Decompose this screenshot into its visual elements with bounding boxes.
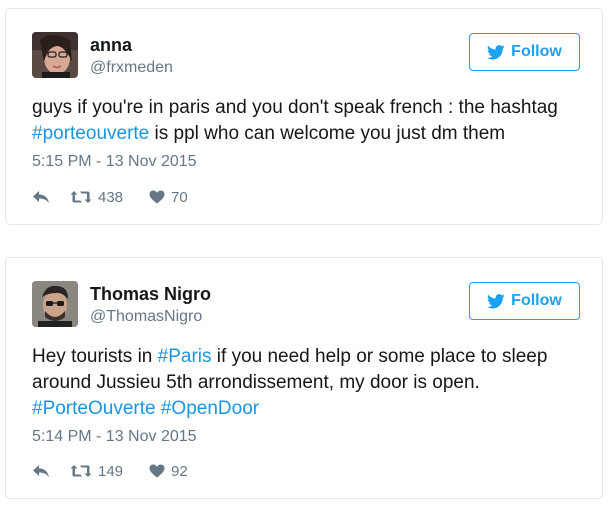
twitter-bird-icon	[487, 293, 505, 308]
like-count: 92	[171, 462, 188, 480]
retweet-icon	[70, 465, 92, 477]
hashtag-link[interactable]: #porteouverte	[32, 123, 149, 144]
hashtag-link[interactable]: #Paris	[158, 346, 212, 367]
follow-button[interactable]: Follow	[469, 33, 580, 71]
heart-icon	[149, 190, 165, 204]
username-handle[interactable]: @frxmeden	[90, 59, 173, 77]
tweet-card: anna @frxmeden Follow guys if you're in …	[5, 8, 603, 225]
retweet-count: 438	[98, 188, 124, 206]
retweet-button[interactable]: 149	[70, 463, 123, 480]
username-handle[interactable]: @ThomasNigro	[90, 308, 202, 326]
reply-button[interactable]	[32, 464, 50, 478]
avatar[interactable]	[32, 32, 78, 78]
tweet-text: Hey tourists in #Paris if you need help …	[32, 344, 592, 422]
retweet-count: 149	[98, 462, 124, 480]
twitter-bird-icon	[487, 44, 505, 59]
reply-icon	[33, 191, 49, 203]
like-button[interactable]: 70	[149, 189, 188, 206]
retweet-button[interactable]: 438	[70, 189, 123, 206]
follow-label: Follow	[511, 43, 562, 60]
like-button[interactable]: 92	[149, 463, 188, 480]
tweet-text-segment: is ppl who can welcome you just dm them	[149, 123, 506, 144]
tweet-actions: 149 92	[32, 461, 188, 481]
tweet-actions: 438 70	[32, 187, 188, 207]
reply-button[interactable]	[32, 190, 50, 204]
tweet-text: guys if you're in paris and you don't sp…	[32, 95, 592, 147]
display-name[interactable]: anna	[90, 35, 132, 56]
heart-icon	[149, 464, 165, 478]
tweet-text-segment: Hey tourists in	[32, 346, 158, 367]
reply-icon	[33, 465, 49, 477]
timestamp[interactable]: 5:14 PM - 13 Nov 2015	[32, 428, 197, 446]
hashtag-link[interactable]: #OpenDoor	[161, 398, 259, 419]
hashtag-link[interactable]: #PorteOuverte	[32, 398, 156, 419]
retweet-icon	[70, 191, 92, 203]
follow-label: Follow	[511, 292, 562, 309]
timestamp[interactable]: 5:15 PM - 13 Nov 2015	[32, 153, 197, 171]
tweet-text-segment: guys if you're in paris and you don't sp…	[32, 97, 558, 118]
avatar[interactable]	[32, 281, 78, 327]
like-count: 70	[171, 188, 188, 206]
follow-button[interactable]: Follow	[469, 282, 580, 320]
display-name[interactable]: Thomas Nigro	[90, 284, 211, 305]
tweet-card: Thomas Nigro @ThomasNigro Follow Hey tou…	[5, 257, 603, 499]
